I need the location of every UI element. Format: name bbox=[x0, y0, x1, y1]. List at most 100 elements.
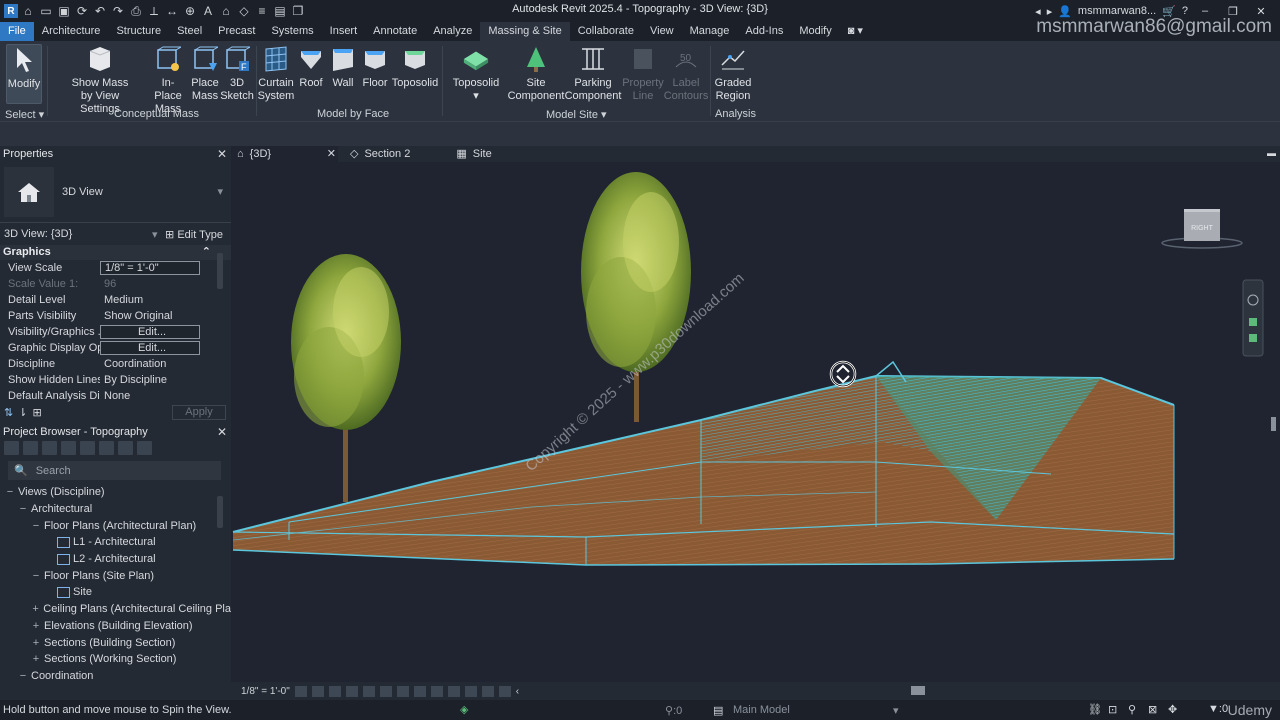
browser-tree-item[interactable]: L2 - Architectural bbox=[0, 551, 231, 568]
panel-label-model-site[interactable]: Model Site ▾ bbox=[546, 108, 607, 121]
tab-file[interactable]: File bbox=[0, 22, 34, 41]
temp-hide-icon[interactable] bbox=[413, 685, 426, 697]
browser-chain-icon[interactable] bbox=[137, 441, 152, 455]
browser-sheet-icon[interactable] bbox=[61, 441, 76, 455]
graphics-group-header[interactable]: Graphics ⌃ bbox=[0, 245, 231, 260]
browser-group-icon[interactable] bbox=[99, 441, 114, 455]
select-underlay-icon[interactable]: ⊡ bbox=[1108, 703, 1117, 716]
tab-annotate[interactable]: Annotate bbox=[365, 22, 425, 41]
tab-architecture[interactable]: Architecture bbox=[34, 22, 109, 41]
worksharing-icon[interactable] bbox=[447, 685, 460, 697]
switch-windows-icon[interactable]: ❐ bbox=[290, 3, 306, 19]
3d-view-window[interactable]: ⌂ {3D} ✕ ◇ Section 2 ▦ Site ▬ Copyright … bbox=[231, 146, 1280, 682]
property-value-field[interactable]: Edit... bbox=[100, 341, 200, 355]
view-vertical-scrollbar[interactable] bbox=[1271, 417, 1276, 431]
browser-tree-item[interactable]: + Elevations (Building Elevation) bbox=[0, 618, 231, 635]
browser-scrollbar[interactable] bbox=[217, 496, 223, 528]
save-icon[interactable]: ▣ bbox=[56, 3, 72, 19]
shadows-icon[interactable] bbox=[345, 685, 358, 697]
browser-3d-icon[interactable] bbox=[23, 441, 38, 455]
open-icon[interactable]: ▭ bbox=[38, 3, 54, 19]
select-pinned-icon[interactable]: ⚲ bbox=[1128, 703, 1136, 716]
browser-tree-item[interactable]: + Sections (Building Section) bbox=[0, 634, 231, 651]
tree-left[interactable] bbox=[291, 254, 401, 502]
collapse-icon[interactable]: − bbox=[17, 670, 29, 682]
constraints-icon[interactable] bbox=[498, 685, 511, 697]
view-tab-section-2[interactable]: ◇ Section 2 bbox=[344, 146, 410, 162]
analytical-icon[interactable] bbox=[464, 685, 477, 697]
section-icon[interactable]: ◇ bbox=[236, 3, 252, 19]
show-mass-button[interactable]: Show Mass by View Settings bbox=[62, 44, 138, 116]
tab-add-ins[interactable]: Add-Ins bbox=[737, 22, 791, 41]
toposolid-button[interactable]: Toposolid ▾ bbox=[451, 44, 501, 103]
tab-systems[interactable]: Systems bbox=[263, 22, 321, 41]
close-browser-icon[interactable]: ✕ bbox=[217, 425, 227, 439]
browser-tree-item[interactable]: Site bbox=[0, 584, 231, 601]
main-model-selector[interactable]: Main Model bbox=[733, 704, 790, 716]
thin-lines-icon[interactable]: ≡ bbox=[254, 3, 270, 19]
worksets-icon[interactable]: ◈ bbox=[460, 703, 468, 716]
browser-tree-item[interactable]: − Floor Plans (Site Plan) bbox=[0, 567, 231, 584]
parking-component-button[interactable]: Parking Component bbox=[565, 44, 621, 103]
site-component-button[interactable]: Site Component bbox=[508, 44, 564, 103]
browser-search-input[interactable]: 🔍 Search bbox=[8, 461, 221, 480]
expand-icon[interactable]: + bbox=[30, 637, 42, 649]
text-icon[interactable]: A bbox=[200, 3, 216, 19]
tree-right[interactable] bbox=[581, 172, 691, 422]
modify-button[interactable]: Modify bbox=[6, 44, 42, 104]
browser-tree-item[interactable]: + Sections (Working Section) bbox=[0, 651, 231, 668]
tab-massing-site[interactable]: Massing & Site bbox=[480, 22, 570, 41]
roof-button[interactable]: Roof bbox=[297, 44, 325, 90]
close-tab-icon[interactable]: ✕ bbox=[327, 146, 336, 162]
detail-level-icon[interactable] bbox=[294, 685, 307, 697]
property-value-field[interactable]: 1/8" = 1'-0" bbox=[100, 261, 200, 275]
properties-help-icon[interactable]: ⇅ bbox=[4, 406, 13, 419]
tabs-menu-icon[interactable]: ▬ bbox=[1267, 148, 1276, 158]
graded-region-button[interactable]: Graded Region bbox=[712, 44, 754, 103]
lock-view-icon[interactable] bbox=[396, 685, 409, 697]
highlight-icon[interactable] bbox=[481, 685, 494, 697]
toposolid-by-face-button[interactable]: Toposolid bbox=[392, 44, 438, 90]
3d-sketch-button[interactable]: F 3D Sketch bbox=[220, 44, 254, 103]
redo-icon[interactable]: ↷ bbox=[110, 3, 126, 19]
scroll-left-arrow-icon[interactable]: ‹ bbox=[516, 686, 519, 697]
browser-tree-item[interactable]: + Ceiling Plans (Architectural Ceiling Pl… bbox=[0, 601, 231, 618]
sync-icon[interactable]: ⟳ bbox=[74, 3, 90, 19]
close-properties-icon[interactable]: ✕ bbox=[217, 147, 227, 161]
property-line-button[interactable]: Property Line bbox=[622, 44, 664, 103]
main-model-dropdown-icon[interactable]: ▾ bbox=[893, 704, 899, 717]
expand-icon[interactable]: + bbox=[30, 653, 42, 665]
default-3d-icon[interactable]: ⌂ bbox=[218, 3, 234, 19]
tab-steel[interactable]: Steel bbox=[169, 22, 210, 41]
sun-path-icon[interactable] bbox=[328, 685, 341, 697]
expand-icon[interactable]: + bbox=[30, 603, 41, 615]
browser-home-icon[interactable] bbox=[4, 441, 19, 455]
curtain-system-button[interactable]: Curtain System bbox=[258, 44, 294, 103]
print-icon[interactable]: ⎙ bbox=[128, 3, 144, 19]
main-model-icon[interactable]: ▤ bbox=[713, 704, 723, 717]
undo-icon[interactable]: ↶ bbox=[92, 3, 108, 19]
reveal-hidden-icon[interactable] bbox=[430, 685, 443, 697]
navigation-bar[interactable] bbox=[1242, 279, 1264, 357]
tab-collaborate[interactable]: Collaborate bbox=[570, 22, 642, 41]
tab-view[interactable]: View bbox=[642, 22, 682, 41]
apply-button[interactable]: Apply bbox=[172, 405, 226, 420]
browser-link-icon[interactable] bbox=[118, 441, 133, 455]
instance-dropdown-icon[interactable]: ▾ bbox=[152, 228, 158, 241]
properties-scrollbar[interactable] bbox=[217, 253, 223, 289]
browser-tree-item[interactable]: L1 - Architectural bbox=[0, 534, 231, 551]
tab-precast[interactable]: Precast bbox=[210, 22, 263, 41]
filter-icon[interactable]: ⊞ bbox=[32, 406, 41, 419]
browser-tree-item[interactable]: − Architectural bbox=[0, 501, 231, 518]
3d-model-canvas[interactable]: Copyright © 2025 - www.p30download.com R… bbox=[231, 162, 1280, 682]
browser-table-icon[interactable] bbox=[42, 441, 57, 455]
tab-insert[interactable]: Insert bbox=[322, 22, 366, 41]
ribbon-options-icon[interactable]: ◙ ▾ bbox=[840, 22, 871, 41]
type-selector[interactable]: 3D View ▾ bbox=[0, 161, 231, 223]
collapse-icon[interactable]: − bbox=[4, 486, 16, 498]
property-value-field[interactable]: Edit... bbox=[100, 325, 200, 339]
browser-family-icon[interactable] bbox=[80, 441, 95, 455]
browser-tree-item[interactable]: − Floor Plans (Architectural Plan) bbox=[0, 517, 231, 534]
view-tab-site[interactable]: ▦ Site bbox=[450, 146, 491, 162]
close-hidden-icon[interactable]: ▤ bbox=[272, 3, 288, 19]
